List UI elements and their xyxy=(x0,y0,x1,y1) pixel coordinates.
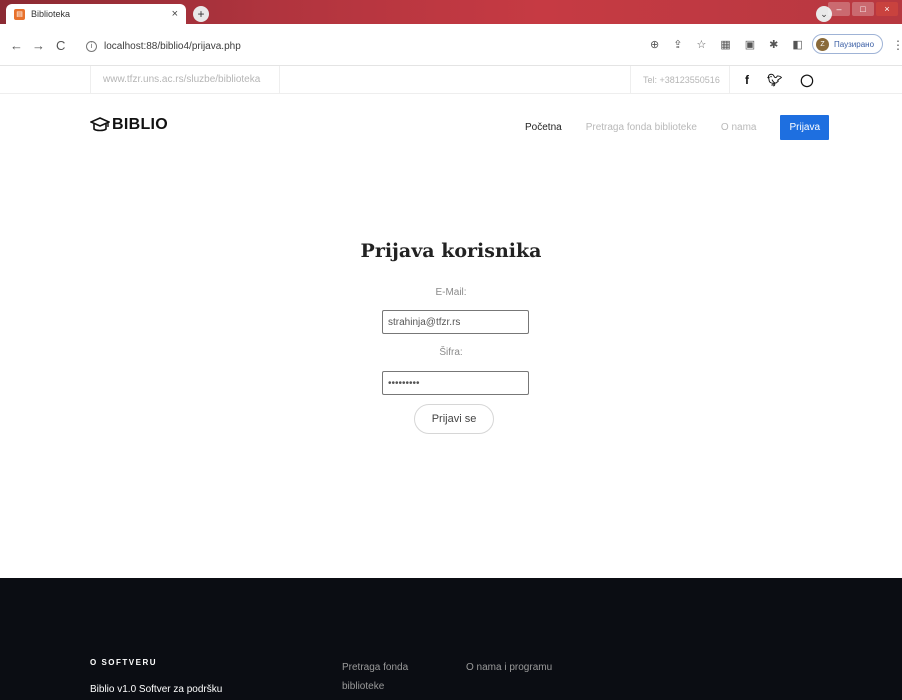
reload-icon[interactable]: C xyxy=(56,38,65,53)
top-info-bar: www.tfzr.uns.ac.rs/sluzbe/biblioteka Tel… xyxy=(0,66,902,94)
forward-icon[interactable]: → xyxy=(32,38,45,53)
main-nav: Početna Pretraga fonda biblioteke O nama… xyxy=(525,115,830,140)
window-close-icon[interactable]: × xyxy=(876,2,898,16)
phone-number: Tel: +38123550516 xyxy=(630,66,730,94)
bookmark-star-icon[interactable]: ☆ xyxy=(696,38,706,51)
footer-link-search[interactable]: Pretraga fonda biblioteke xyxy=(342,658,432,696)
back-icon[interactable]: ← xyxy=(10,38,23,53)
nav-item-about[interactable]: O nama xyxy=(721,122,757,133)
nav-item-search[interactable]: Pretraga fonda biblioteke xyxy=(586,122,697,133)
address-url[interactable]: localhost:88/biblio4/prijava.php xyxy=(104,41,241,52)
facebook-icon[interactable]: f xyxy=(745,73,749,87)
nav-item-home[interactable]: Početna xyxy=(525,122,562,133)
address-bar[interactable]: i localhost:88/biblio4/prijava.php xyxy=(86,36,636,56)
close-tab-icon[interactable]: × xyxy=(172,8,178,20)
browser-title-bar: ▤ Biblioteka × + ⌄ – □ × xyxy=(0,0,902,24)
brand-logo[interactable]: BIBLIO xyxy=(90,116,168,134)
maximize-icon[interactable]: □ xyxy=(852,2,874,16)
side-panel-icon[interactable]: ◧ xyxy=(792,38,802,51)
footer: O SOFTVERU Biblio v1.0 Softver za podršk… xyxy=(0,578,902,700)
zoom-icon[interactable]: ⊕ xyxy=(650,38,659,51)
login-submit-button[interactable]: Prijavi se xyxy=(414,404,494,434)
footer-heading: O SOFTVERU xyxy=(90,658,158,667)
browser-tab[interactable]: ▤ Biblioteka × xyxy=(6,4,186,24)
github-icon[interactable]: ◯ xyxy=(800,73,813,87)
window-controls: – □ × xyxy=(828,2,898,16)
calendar-extension-icon[interactable]: ▣ xyxy=(745,38,755,51)
brand-name: BIBLIO xyxy=(112,116,169,133)
email-field[interactable] xyxy=(382,310,529,334)
footer-link-about[interactable]: O nama i programu xyxy=(466,658,552,677)
share-icon[interactable]: ⇪ xyxy=(673,38,682,51)
profile-label: Паузирано xyxy=(834,39,875,49)
page-title: Prijava korisnika xyxy=(360,240,542,262)
site-url-link[interactable]: www.tfzr.uns.ac.rs/sluzbe/biblioteka xyxy=(90,66,280,94)
toolbar-icons: ⊕ ⇪ ☆ ▦ ▣ ✱ ◧ xyxy=(650,38,803,51)
browser-toolbar: ← → C i localhost:88/biblio4/prijava.php… xyxy=(0,24,902,66)
avatar: Z xyxy=(816,37,829,51)
graduation-cap-icon xyxy=(90,117,110,132)
extension-icon[interactable]: ▦ xyxy=(720,38,730,51)
email-label: E-Mail: xyxy=(435,287,467,298)
footer-description: Biblio v1.0 Softver za podršku xyxy=(90,684,223,695)
puzzle-icon[interactable]: ✱ xyxy=(769,38,778,51)
password-field[interactable] xyxy=(382,371,529,395)
profile-button[interactable]: Z Паузирано xyxy=(812,34,884,54)
new-tab-button[interactable]: + xyxy=(193,6,209,22)
minimize-icon[interactable]: – xyxy=(828,2,850,16)
browser-menu-icon[interactable]: ⋮ xyxy=(892,38,902,52)
social-links: f 🐦︎ ◯ xyxy=(745,66,814,94)
login-nav-button[interactable]: Prijava xyxy=(780,115,830,140)
info-icon[interactable]: i xyxy=(86,40,97,52)
tab-title: Biblioteka xyxy=(31,9,71,19)
book-icon: ▤ xyxy=(14,8,25,20)
twitter-icon[interactable]: 🐦︎ xyxy=(767,73,782,87)
password-label: Šifra: xyxy=(439,347,463,358)
